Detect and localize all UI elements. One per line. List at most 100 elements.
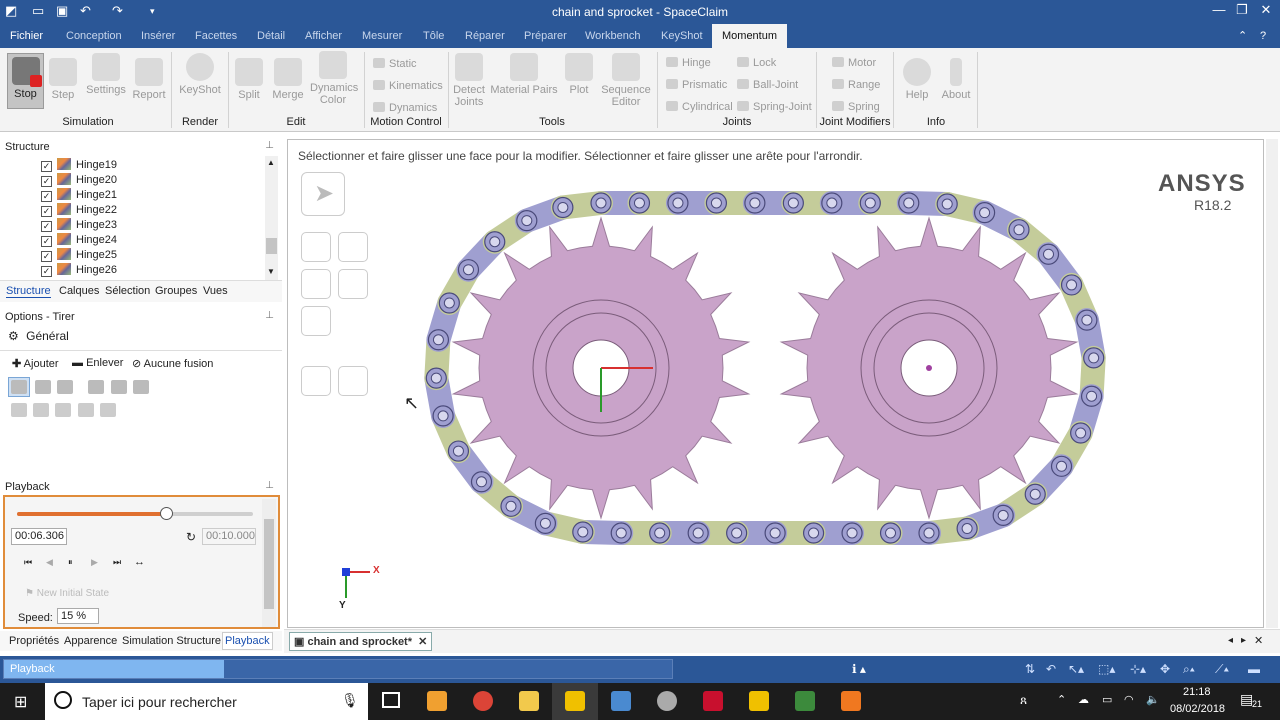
merge-button[interactable]: Merge [270, 58, 306, 101]
notification-center-button[interactable]: ▤ 21 [1236, 689, 1270, 713]
keyshot-button[interactable]: KeyShot [178, 53, 222, 96]
checkbox[interactable]: ✓ [41, 176, 52, 187]
checkbox[interactable]: ✓ [41, 266, 52, 277]
spring-button[interactable]: Spring [832, 101, 880, 113]
step-button[interactable]: Step [46, 58, 80, 101]
timeline-track[interactable] [17, 507, 253, 520]
cylindrical-button[interactable]: Cylindrical [666, 101, 733, 113]
tree-item[interactable]: ✓ Hinge22 [41, 203, 117, 218]
pull-option-icon-6[interactable] [133, 380, 149, 394]
sequence-editor-button[interactable]: Sequence Editor [600, 53, 652, 108]
tab-detail[interactable]: Détail [257, 24, 285, 48]
tab-calques[interactable]: Calques [59, 285, 99, 297]
step-back-icon[interactable]: ◀ [46, 557, 53, 568]
taskbar-chrome[interactable] [460, 683, 506, 720]
pull-option-icon-4[interactable] [88, 380, 104, 394]
rotate-view-icon[interactable]: ⇅ [1025, 662, 1035, 676]
tab-afficher[interactable]: Afficher [305, 24, 342, 48]
loop-icon[interactable]: ↻ [186, 530, 196, 544]
help-icon[interactable]: ? [1260, 24, 1266, 48]
select-mode-icon[interactable]: ↖▴ [1068, 662, 1084, 676]
stop-button[interactable]: Stop [7, 53, 44, 109]
checkbox[interactable]: ✓ [41, 236, 52, 247]
tree-scrollbar[interactable]: ▲ ▼ [265, 156, 278, 280]
end-time-field[interactable]: 00:10.000 [202, 528, 256, 545]
tab-groupes[interactable]: Groupes [155, 285, 197, 297]
new-initial-state-button[interactable]: ⚑ New Initial State [25, 588, 109, 599]
pan-icon[interactable]: ✥ [1160, 662, 1170, 676]
onedrive-icon[interactable]: ☁ [1078, 693, 1089, 706]
tab-momentum[interactable]: Momentum [712, 24, 788, 48]
pull-option-icon-2[interactable] [35, 380, 51, 394]
prismatic-button[interactable]: Prismatic [666, 79, 727, 91]
pin-icon[interactable]: ⊥ [265, 310, 274, 321]
detect-joints-button[interactable]: Detect Joints [452, 53, 486, 108]
tab-inserer[interactable]: Insérer [141, 24, 175, 48]
tab-workbench[interactable]: Workbench [585, 24, 640, 48]
tab-selection[interactable]: Sélection [105, 285, 150, 297]
tab-fichier[interactable]: Fichier [10, 24, 43, 48]
checkbox[interactable]: ✓ [41, 221, 52, 232]
graphics-viewport[interactable]: Sélectionner et faire glisser une face p… [287, 139, 1264, 628]
pause-icon[interactable]: ⏸ [68, 557, 73, 568]
tree-item[interactable]: ✓ Hinge23 [41, 218, 117, 233]
chain-sprocket-model[interactable] [288, 140, 1263, 627]
zoom-icon[interactable]: ⌕▴ [1183, 662, 1195, 677]
spring-joint-button[interactable]: Spring-Joint [737, 101, 812, 113]
taskbar-explorer[interactable] [506, 683, 552, 720]
microphone-icon[interactable]: 🎙 [341, 692, 359, 709]
taskbar-app-6[interactable] [644, 683, 690, 720]
solid-option-icon-1[interactable] [11, 403, 27, 417]
tree-item[interactable]: ✓ Hinge20 [41, 173, 117, 188]
solid-option-icon-2[interactable] [33, 403, 49, 417]
kinematics-button[interactable]: Kinematics [373, 80, 443, 92]
settings-button[interactable]: Settings [85, 53, 127, 96]
no-merge-button[interactable]: ⊘ Aucune fusion [132, 357, 213, 370]
close-icon[interactable]: ✕ [1254, 2, 1278, 18]
tree-item[interactable]: ✓ Hinge25 [41, 248, 117, 263]
view-orientation-icon[interactable]: ⟋▴ [1215, 662, 1229, 677]
volume-icon[interactable]: 🔈 [1146, 693, 1160, 706]
axis-select-icon[interactable]: ⊹▴ [1130, 662, 1146, 676]
ribbon-collapse-icon[interactable]: ⌃ [1238, 24, 1247, 48]
tab-conception[interactable]: Conception [66, 24, 122, 48]
battery-icon[interactable]: ▭ [1102, 693, 1112, 706]
hinge-button[interactable]: Hinge [666, 57, 711, 69]
solid-option-icon-3[interactable] [55, 403, 71, 417]
tree-item[interactable]: ✓ Hinge24 [41, 233, 117, 248]
doc-tab-close-icon[interactable]: ✕ [418, 636, 427, 648]
about-button[interactable]: About [939, 58, 973, 101]
checkbox[interactable]: ✓ [41, 191, 52, 202]
tab-playback[interactable]: Playback [222, 632, 273, 650]
step-forward-icon[interactable]: ▶ [91, 557, 98, 568]
checkbox[interactable]: ✓ [41, 206, 52, 217]
current-time-field[interactable]: 00:06.306 [11, 528, 67, 545]
tab-preparer[interactable]: Préparer [524, 24, 567, 48]
tab-apparence[interactable]: Apparence [64, 635, 117, 647]
undo-view-icon[interactable]: ↶ [1046, 662, 1056, 676]
display-mode-icon[interactable]: ▬ [1248, 662, 1260, 676]
ball-joint-button[interactable]: Ball-Joint [737, 79, 798, 91]
tree-item[interactable]: ✓ Hinge21 [41, 188, 117, 203]
lock-button[interactable]: Lock [737, 57, 776, 69]
solid-option-icon-5[interactable] [100, 403, 116, 417]
scroll-down-icon[interactable]: ▼ [267, 267, 275, 276]
people-icon[interactable]: ጸ [1020, 693, 1027, 708]
minimize-icon[interactable]: — [1207, 2, 1231, 17]
tray-chevron-icon[interactable]: ⌃ [1057, 693, 1066, 706]
report-button[interactable]: Report [131, 58, 167, 101]
go-to-start-icon[interactable]: ⏮ [24, 557, 32, 568]
wifi-icon[interactable]: ◠ [1124, 693, 1134, 706]
material-pairs-button[interactable]: Material Pairs [490, 53, 558, 96]
dynamics-color-button[interactable]: Dynamics Color [310, 51, 358, 106]
pull-option-icon-5[interactable] [111, 380, 127, 394]
general-section[interactable]: ⚙ Général [8, 329, 69, 343]
tab-tole[interactable]: Tôle [423, 24, 444, 48]
task-view-button[interactable] [368, 683, 414, 720]
tab-vues[interactable]: Vues [203, 285, 228, 297]
loop-mode-icon[interactable]: ↔ [134, 556, 145, 568]
add-button[interactable]: ✚ Ajouter [12, 357, 59, 370]
motor-button[interactable]: Motor [832, 57, 876, 69]
tab-scroll-left-icon[interactable]: ◂ [1228, 635, 1233, 646]
go-to-end-icon[interactable]: ⏭ [113, 557, 121, 568]
